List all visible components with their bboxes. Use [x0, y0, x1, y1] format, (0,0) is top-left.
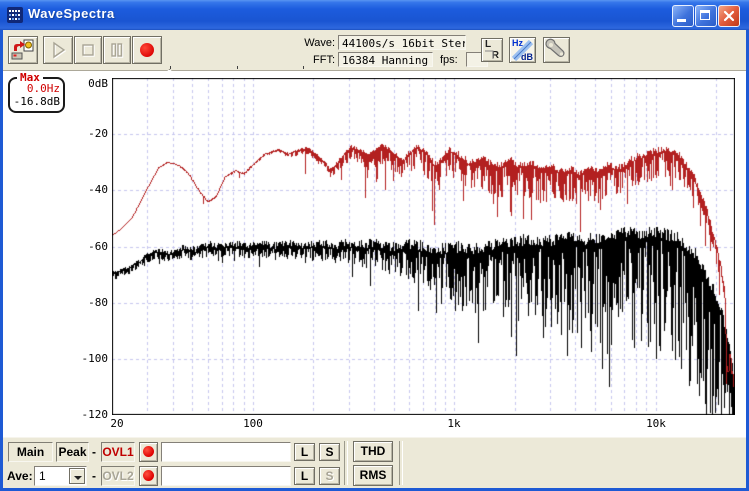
- ovl1-load-button[interactable]: L: [294, 443, 315, 461]
- thd-button[interactable]: THD: [353, 441, 393, 462]
- ovl1-record-button[interactable]: [139, 442, 158, 462]
- y-axis-label: -60: [61, 241, 108, 253]
- ovl1-comment-input[interactable]: [161, 442, 291, 462]
- ovl2-load-button[interactable]: L: [294, 467, 315, 485]
- ovl2-record-icon: [143, 470, 154, 481]
- stop-button[interactable]: [74, 36, 102, 64]
- rms-button[interactable]: RMS: [353, 465, 393, 486]
- y-axis-label: -20: [61, 128, 108, 140]
- max-frequency-value: 0.0Hz: [27, 82, 60, 95]
- peak-tab-button[interactable]: Peak: [56, 442, 89, 462]
- divider: [344, 441, 348, 485]
- minimize-icon: [677, 19, 686, 22]
- hz-glyph: Hz: [512, 38, 523, 48]
- app-icon: [7, 7, 23, 23]
- record-button[interactable]: [132, 36, 162, 64]
- play-icon: [44, 37, 70, 63]
- divider: [399, 441, 403, 485]
- channel-lr-button[interactable]: L R: [481, 38, 503, 62]
- max-level-value: -16.8dB: [14, 95, 60, 108]
- record-icon: [140, 43, 154, 57]
- minimize-button[interactable]: [672, 5, 694, 27]
- ave-selected-value: 1: [39, 469, 46, 483]
- y-axis-label: -40: [61, 184, 108, 196]
- pause-button[interactable]: [103, 36, 131, 64]
- fft-label: FFT:: [291, 54, 335, 66]
- ovl2-record-button[interactable]: [139, 466, 158, 486]
- fps-label: fps:: [440, 54, 464, 66]
- main-tab-button[interactable]: Main: [8, 442, 53, 462]
- slider-tick: [237, 66, 238, 69]
- x-axis-label: 100: [233, 418, 273, 430]
- slider-tick: [303, 66, 304, 69]
- ovl1-record-icon: [143, 446, 154, 457]
- slider-tick: [170, 66, 171, 69]
- close-icon: [719, 6, 739, 26]
- chevron-down-icon: [74, 476, 82, 480]
- wave-info-field: 44100s/s 16bit Stereo: [338, 35, 466, 50]
- wave-label: Wave:: [291, 37, 335, 49]
- ovl2-comment-input[interactable]: [161, 466, 291, 486]
- y-axis-label: -80: [61, 297, 108, 309]
- wrench-icon: [544, 38, 569, 62]
- wavespectra-window: WaveSpectra: [0, 0, 749, 491]
- max-readout-box: Max 0.0Hz -16.8dB: [8, 77, 65, 113]
- close-button[interactable]: [718, 5, 740, 27]
- stop-icon: [75, 37, 99, 63]
- ave-select[interactable]: 1: [34, 466, 87, 486]
- toolbar: Wave: 44100s/s 16bit Stereo FFT: 16384 H…: [3, 30, 746, 71]
- y-axis-label: 0dB: [61, 78, 108, 90]
- maximize-icon: [700, 10, 710, 20]
- ave-dropdown-button[interactable]: [69, 468, 85, 484]
- open-file-icon: [11, 39, 35, 61]
- ovl2-button[interactable]: OVL2: [101, 466, 135, 486]
- channel-step-line: [482, 39, 502, 61]
- open-wave-file-button[interactable]: [8, 36, 38, 64]
- hz-db-scale-button[interactable]: Hz dB: [509, 37, 536, 63]
- ovl2-save-button[interactable]: S: [319, 467, 340, 485]
- pause-icon: [104, 37, 128, 63]
- settings-wrench-button[interactable]: [543, 37, 570, 63]
- window-title: WaveSpectra: [28, 6, 115, 21]
- dash-separator: -: [92, 445, 96, 459]
- x-axis-label: 10k: [636, 418, 676, 430]
- x-axis-label: 1k: [434, 418, 474, 430]
- fft-info-field: 16384 Hanning: [338, 52, 433, 67]
- bottom-control-bar: Main Peak - OVL1 L S THD Ave: 1 - OVL2 L…: [3, 437, 746, 488]
- ave-label: Ave:: [7, 469, 33, 483]
- y-axis-label: -100: [61, 353, 108, 365]
- spectrum-plot: [112, 78, 735, 415]
- db-glyph: dB: [521, 52, 533, 62]
- title-bar: WaveSpectra: [0, 0, 749, 30]
- x-axis-label: 20: [97, 418, 137, 430]
- spectrum-display-area: 0dB-20-40-60-80-100-120201001k10k Max 0.…: [3, 71, 746, 437]
- play-button[interactable]: [43, 36, 73, 64]
- ovl1-button[interactable]: OVL1: [101, 442, 135, 462]
- maximize-button[interactable]: [695, 5, 717, 27]
- ovl1-save-button[interactable]: S: [319, 443, 340, 461]
- dash-separator: -: [92, 469, 96, 483]
